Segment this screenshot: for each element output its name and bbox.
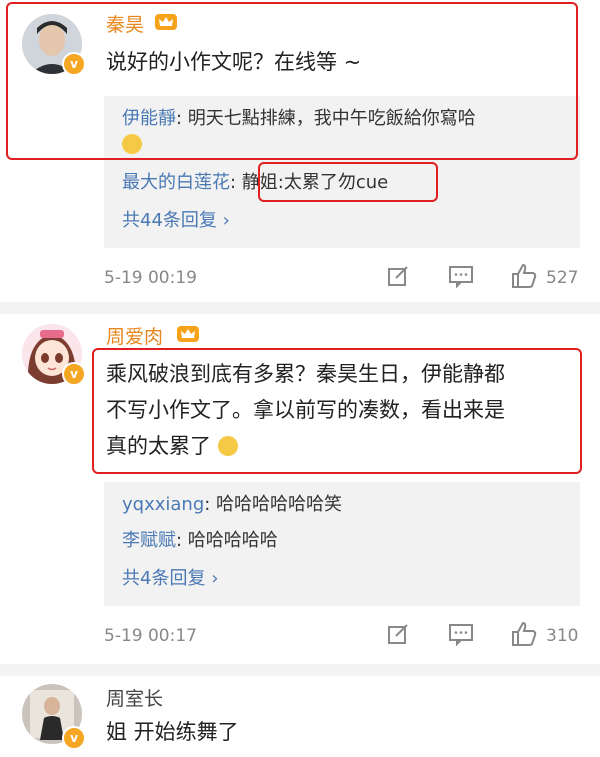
reply-text: 哈哈哈哈哈哈笑 xyxy=(216,494,343,515)
more-replies-link[interactable]: 共4条回复 › xyxy=(122,564,218,590)
reply-1: yqxxiang: 哈哈哈哈哈哈笑 xyxy=(122,490,342,516)
highlight-box-comment-2 xyxy=(92,348,582,474)
timestamp: 5-19 00:19 xyxy=(104,268,197,288)
comment-icon[interactable] xyxy=(448,622,474,646)
reply-box: yqxxiang: 哈哈哈哈哈哈笑 李赋赋: 哈哈哈哈哈 共4条回复 › xyxy=(104,482,580,606)
reply-username[interactable]: 最大的白莲花 xyxy=(122,172,230,193)
chevron-right-icon: › xyxy=(222,210,230,231)
reply-text: 哈哈哈哈哈 xyxy=(187,530,278,551)
reply-colon: : xyxy=(230,172,242,193)
chevron-right-icon: › xyxy=(211,568,219,589)
divider xyxy=(0,664,600,676)
like-icon[interactable] xyxy=(510,620,538,648)
verified-badge-icon: v xyxy=(62,362,86,386)
highlight-box-comment-1 xyxy=(6,2,578,160)
highlight-box-reply xyxy=(258,162,438,202)
username[interactable]: 周爱肉 xyxy=(106,322,163,349)
reply-colon: : xyxy=(204,494,217,515)
reply-2: 李赋赋: 哈哈哈哈哈 xyxy=(122,526,278,552)
comment-3: v 周室长 姐 开始练舞了 xyxy=(0,676,600,757)
crown-vip-icon xyxy=(177,326,199,342)
divider xyxy=(0,302,600,314)
verified-badge-icon: v xyxy=(62,726,86,750)
like-count: 310 xyxy=(546,626,579,646)
username[interactable]: 周室长 xyxy=(106,684,163,711)
timestamp: 5-19 00:17 xyxy=(104,626,197,646)
like-count: 527 xyxy=(546,268,579,288)
comment-icon[interactable] xyxy=(448,264,474,288)
reply-colon: : xyxy=(176,530,188,551)
repost-icon[interactable] xyxy=(386,264,410,288)
reply-username[interactable]: yqxxiang xyxy=(122,494,204,515)
comment-text: 姐 开始练舞了 xyxy=(106,720,239,744)
repost-icon[interactable] xyxy=(386,622,410,646)
more-replies-label: 共4条回复 xyxy=(122,568,206,589)
like-icon[interactable] xyxy=(510,262,538,290)
more-replies-link[interactable]: 共44条回复 › xyxy=(122,206,230,232)
reply-username[interactable]: 李赋赋 xyxy=(122,530,176,551)
more-replies-label: 共44条回复 xyxy=(122,210,217,231)
